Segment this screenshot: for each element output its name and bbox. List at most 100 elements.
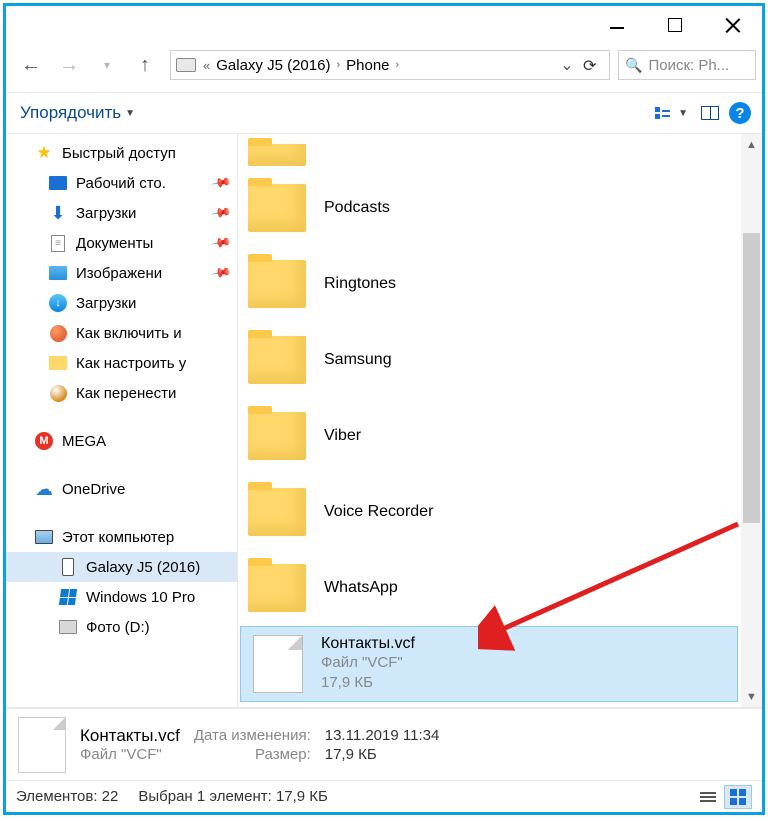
- sidebar-item[interactable]: Рабочий сто.📌: [6, 168, 237, 198]
- help-button[interactable]: ?: [726, 99, 754, 127]
- folder-item[interactable]: Voice Recorder: [240, 474, 738, 550]
- scrollbar-thumb[interactable]: [743, 233, 760, 523]
- status-selection: Выбран 1 элемент: 17,9 КБ: [138, 788, 328, 805]
- sidebar-item-label: Galaxy J5 (2016): [86, 559, 200, 576]
- file-icon: [253, 635, 303, 693]
- sidebar-item-label: Фото (D:): [86, 619, 150, 636]
- refresh-button[interactable]: ⟳: [583, 56, 601, 74]
- breadcrumb-galaxy[interactable]: Galaxy J5 (2016): [214, 55, 332, 76]
- sidebar-item[interactable]: Как включить и: [6, 318, 237, 348]
- sidebar-mega[interactable]: M MEGA: [6, 426, 237, 456]
- status-bar: Элементов: 22 Выбран 1 элемент: 17,9 КБ: [6, 780, 762, 812]
- folder-name: Viber: [324, 427, 361, 445]
- status-item-count: Элементов: 22: [16, 788, 118, 805]
- preview-pane-button[interactable]: [696, 99, 724, 127]
- sidebar-item[interactable]: Как настроить у: [6, 348, 237, 378]
- folder-item[interactable]: Viber: [240, 398, 738, 474]
- sidebar-item[interactable]: ↓Загрузки: [6, 288, 237, 318]
- toolbar: Упорядочить ▼ ▼ ?: [6, 92, 762, 134]
- sidebar-this-pc[interactable]: Этот компьютер: [6, 522, 237, 552]
- tiles-view-button[interactable]: [724, 785, 752, 809]
- forward-button[interactable]: →: [52, 48, 86, 82]
- scroll-down-button[interactable]: ▼: [741, 686, 762, 707]
- disk-icon: [58, 618, 78, 636]
- details-view-button[interactable]: [694, 785, 722, 809]
- folder-item[interactable]: Samsung: [240, 322, 738, 398]
- sidebar-onedrive[interactable]: ☁ OneDrive: [6, 474, 237, 504]
- search-icon: 🔍: [625, 57, 642, 74]
- sidebar-item-label: Windows 10 Pro: [86, 589, 195, 606]
- phone-icon: [58, 558, 78, 576]
- globe2-icon: [48, 384, 68, 402]
- sidebar-item-label: Как перенести: [76, 385, 176, 402]
- organize-menu[interactable]: Упорядочить ▼: [14, 99, 141, 127]
- close-button[interactable]: [704, 6, 762, 44]
- sidebar-item-label: Загрузки: [76, 205, 136, 222]
- sidebar-item-label: Загрузки: [76, 295, 136, 312]
- quick-access-root[interactable]: ★ Быстрый доступ: [6, 138, 237, 168]
- back-button[interactable]: ←: [14, 48, 48, 82]
- scroll-up-button[interactable]: ▲: [741, 134, 762, 155]
- sidebar-item-label: Рабочий сто.: [76, 175, 166, 192]
- onedrive-icon: ☁: [34, 480, 54, 498]
- chevron-right-icon[interactable]: ›: [332, 59, 344, 71]
- pin-icon: 📌: [210, 202, 232, 224]
- globe-icon: [48, 324, 68, 342]
- folder-item[interactable]: [240, 138, 738, 170]
- explorer-window: ← → ▾ ↑ « Galaxy J5 (2016) › Phone › ⌄ ⟳…: [3, 3, 765, 815]
- file-item-selected[interactable]: Контакты.vcfФайл "VCF"17,9 КБ: [240, 626, 738, 702]
- winlogo-icon: [58, 588, 78, 606]
- pc-icon: [35, 530, 53, 544]
- details-modified-value: 13.11.2019 11:34: [325, 727, 440, 744]
- sidebar-item-label: Как настроить у: [76, 355, 186, 372]
- folder-icon: [248, 412, 306, 460]
- file-thumbnail: [18, 717, 66, 773]
- sidebar-item[interactable]: Фото (D:): [6, 612, 237, 642]
- folder-icon: [248, 144, 306, 166]
- folder-name: Samsung: [324, 351, 392, 369]
- img-icon: [48, 264, 68, 282]
- up-button[interactable]: ↑: [128, 48, 162, 82]
- folder-item[interactable]: Podcasts: [240, 170, 738, 246]
- download-icon: ⬇: [48, 204, 68, 222]
- file-name: Контакты.vcf: [321, 635, 415, 653]
- maximize-button[interactable]: [646, 6, 704, 44]
- chevron-down-icon[interactable]: ▼: [678, 108, 694, 119]
- details-pane: Контакты.vcf Файл "VCF" Дата изменения: …: [6, 708, 762, 780]
- sidebar-item[interactable]: Как перенести: [6, 378, 237, 408]
- search-input[interactable]: 🔍 Поиск: Ph...: [618, 50, 756, 80]
- folder-icon: [248, 336, 306, 384]
- folder-name: WhatsApp: [324, 579, 398, 597]
- folder-icon: [248, 488, 306, 536]
- sidebar-item[interactable]: Galaxy J5 (2016): [6, 552, 237, 582]
- folder-item[interactable]: WhatsApp: [240, 550, 738, 626]
- chevron-right-icon[interactable]: ›: [392, 59, 404, 71]
- search-placeholder: Поиск: Ph...: [648, 57, 729, 74]
- folder-icon: [248, 184, 306, 232]
- breadcrumb-phone[interactable]: Phone: [344, 55, 391, 76]
- minimize-button[interactable]: [588, 6, 646, 44]
- sidebar-item[interactable]: ⬇ Загрузки 📌: [6, 198, 237, 228]
- file-list[interactable]: Podcasts Ringtones Samsung Viber Voice Recor…: [238, 134, 762, 707]
- sidebar-item[interactable]: Изображени📌: [6, 258, 237, 288]
- pin-icon: 📌: [210, 262, 232, 284]
- address-dropdown[interactable]: ⌄: [557, 55, 577, 75]
- history-dropdown[interactable]: ▾: [90, 48, 124, 82]
- titlebar: [6, 6, 762, 44]
- address-bar-row: ← → ▾ ↑ « Galaxy J5 (2016) › Phone › ⌄ ⟳…: [6, 44, 762, 92]
- folder-name: Podcasts: [324, 199, 390, 217]
- star-icon: ★: [34, 144, 54, 162]
- address-bar[interactable]: « Galaxy J5 (2016) › Phone › ⌄ ⟳: [170, 50, 610, 80]
- sidebar-item[interactable]: Windows 10 Pro: [6, 582, 237, 612]
- sidebar-item[interactable]: ≡Документы📌: [6, 228, 237, 258]
- folder-icon: [248, 564, 306, 612]
- view-options-button[interactable]: [648, 99, 676, 127]
- folder-item[interactable]: Ringtones: [240, 246, 738, 322]
- navigation-pane: ★ Быстрый доступ Рабочий сто.📌⬇Загрузки📌…: [6, 134, 238, 707]
- scrollbar-vertical[interactable]: ▲ ▼: [741, 134, 762, 707]
- folder-icon: [248, 260, 306, 308]
- details-size-value: 17,9 КБ: [325, 746, 440, 763]
- breadcrumb-overflow[interactable]: «: [199, 58, 214, 73]
- drive-icon: [176, 58, 196, 72]
- chevron-down-icon: ▼: [125, 108, 135, 119]
